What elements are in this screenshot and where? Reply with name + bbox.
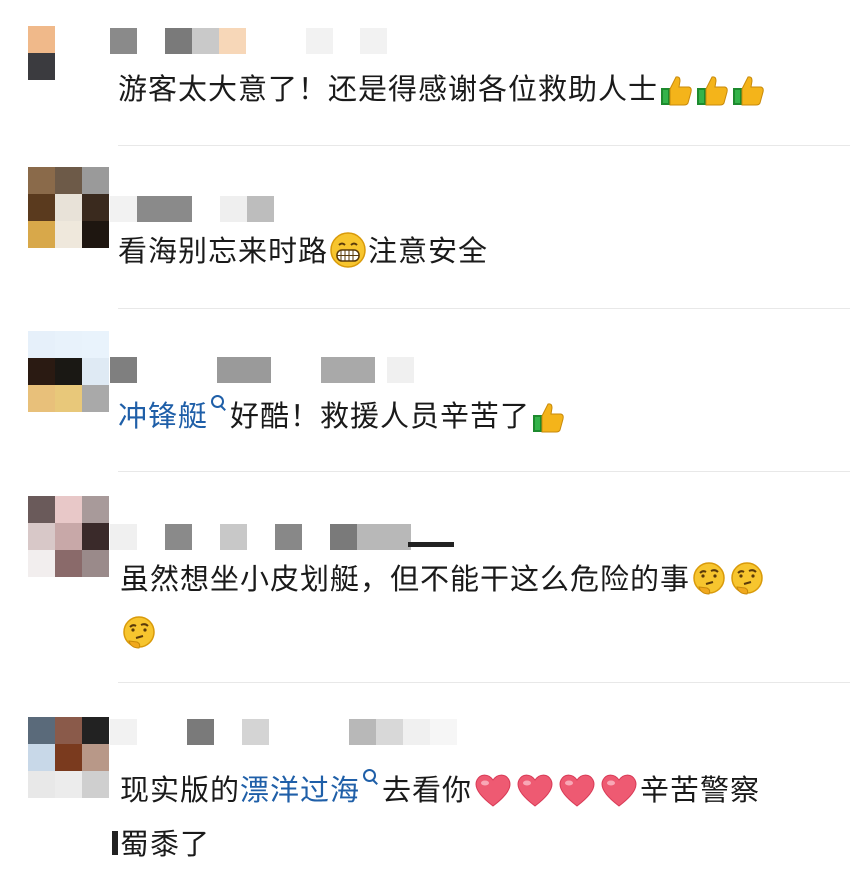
- comment-3: 冲锋艇 好酷！救援人员辛苦了: [0, 309, 850, 471]
- topic-link[interactable]: 漂洋过海: [240, 773, 360, 807]
- avatar[interactable]: [28, 26, 109, 107]
- thinking-face-icon: [121, 615, 157, 664]
- comment-text: 游客太大意了！还是得感谢各位救助人士: [118, 66, 820, 120]
- comment-text-after: 辛苦警察: [640, 773, 761, 807]
- comment-2: 看海别忘来时路 注意安全: [0, 146, 850, 308]
- username-blurred[interactable]: [110, 28, 387, 54]
- thinking-face-icon: [729, 561, 765, 610]
- search-icon[interactable]: [362, 768, 380, 786]
- heart-icon: [599, 772, 639, 821]
- comment-text-after: 好酷！救援人员辛苦了: [230, 399, 531, 433]
- thumbs-up-icon: [695, 73, 729, 120]
- heart-icon: [515, 772, 555, 821]
- comment-text: 冲锋艇 好酷！救援人员辛苦了: [118, 393, 820, 447]
- heart-icon: [557, 772, 597, 821]
- topic-link[interactable]: 冲锋艇: [118, 399, 208, 433]
- comment-text-before: 看海别忘来时路: [118, 234, 329, 268]
- cropped-text-fragment: [112, 831, 118, 855]
- avatar[interactable]: [28, 717, 109, 798]
- comment-text-line2: 蜀黍了: [120, 827, 211, 861]
- comment-text: 虽然想坐小皮划艇，但不能干这么危险的事: [120, 556, 820, 664]
- comment-text: 现实版的漂洋过海 去看你 辛苦警察蜀黍了: [120, 767, 830, 867]
- comment-1: 游客太大意了！还是得感谢各位救助人士: [0, 0, 850, 145]
- comment-5: 现实版的漂洋过海 去看你 辛苦警察蜀黍了: [0, 683, 850, 880]
- thumbs-up-icon: [659, 73, 693, 120]
- avatar[interactable]: [28, 496, 109, 577]
- comment-text-after: 注意安全: [368, 234, 489, 268]
- comment-text-middle: 去看你: [382, 773, 473, 807]
- username-blurred[interactable]: [110, 719, 457, 745]
- username-blurred[interactable]: [110, 524, 411, 550]
- avatar[interactable]: [28, 167, 109, 248]
- comment-text-before: 现实版的: [120, 773, 241, 807]
- username-blurred[interactable]: [110, 357, 414, 383]
- cropped-text-fragment: [408, 542, 454, 547]
- avatar[interactable]: [28, 331, 109, 412]
- thumbs-up-icon: [731, 73, 765, 120]
- grinning-face-icon: [329, 231, 367, 282]
- comment-4: 虽然想坐小皮划艇，但不能干这么危险的事: [0, 472, 850, 682]
- heart-icon: [473, 772, 513, 821]
- thumbs-up-icon: [531, 400, 565, 447]
- comment-text-body: 虽然想坐小皮划艇，但不能干这么危险的事: [120, 562, 691, 596]
- thinking-face-icon: [691, 561, 727, 610]
- comment-text: 看海别忘来时路 注意安全: [118, 228, 820, 282]
- comment-text-body: 游客太大意了！还是得感谢各位救助人士: [118, 72, 659, 106]
- search-icon[interactable]: [210, 394, 228, 412]
- username-blurred[interactable]: [110, 196, 274, 222]
